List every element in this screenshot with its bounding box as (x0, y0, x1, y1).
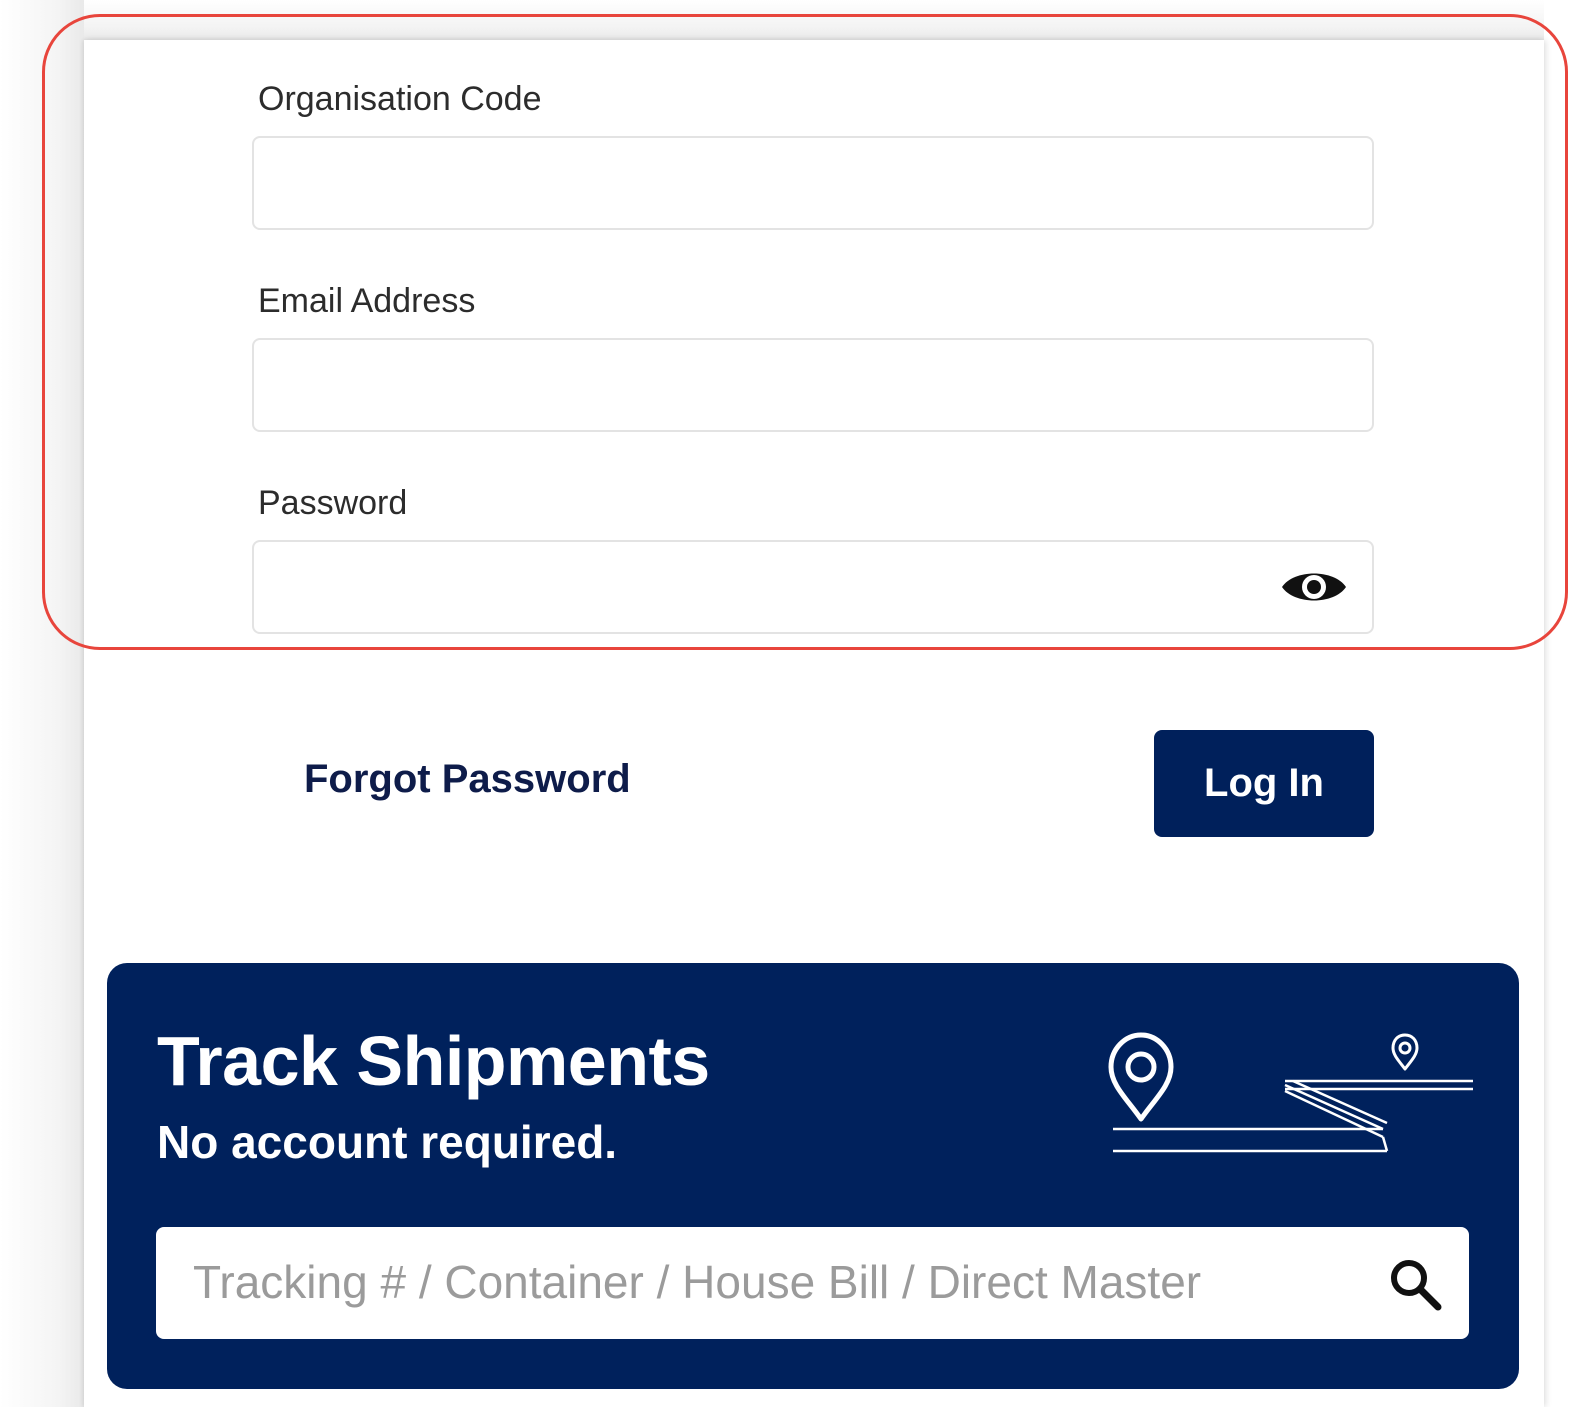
top-gutter (84, 0, 1544, 40)
password-input[interactable] (252, 540, 1374, 634)
track-shipments-title: Track Shipments (157, 1022, 710, 1100)
organisation-code-input[interactable] (252, 136, 1374, 230)
map-route-icon (1108, 1032, 1473, 1153)
left-gutter (0, 0, 84, 1407)
eye-icon[interactable] (1280, 563, 1348, 611)
organisation-code-label: Organisation Code (258, 80, 542, 118)
login-button[interactable]: Log In (1154, 730, 1374, 837)
track-shipments-card: Track Shipments No account required. Tra… (107, 963, 1519, 1389)
tracking-search-input[interactable]: Tracking # / Container / House Bill / Di… (156, 1227, 1469, 1339)
login-page: Organisation Code Email Address Password… (0, 0, 1581, 1407)
password-label: Password (258, 484, 408, 522)
forgot-password-link[interactable]: Forgot Password (304, 757, 631, 802)
email-address-label: Email Address (258, 282, 476, 320)
search-icon[interactable] (1387, 1256, 1443, 1312)
email-address-input[interactable] (252, 338, 1374, 432)
track-shipments-subtitle: No account required. (157, 1116, 618, 1168)
tracking-search-placeholder: Tracking # / Container / House Bill / Di… (193, 1256, 1202, 1308)
